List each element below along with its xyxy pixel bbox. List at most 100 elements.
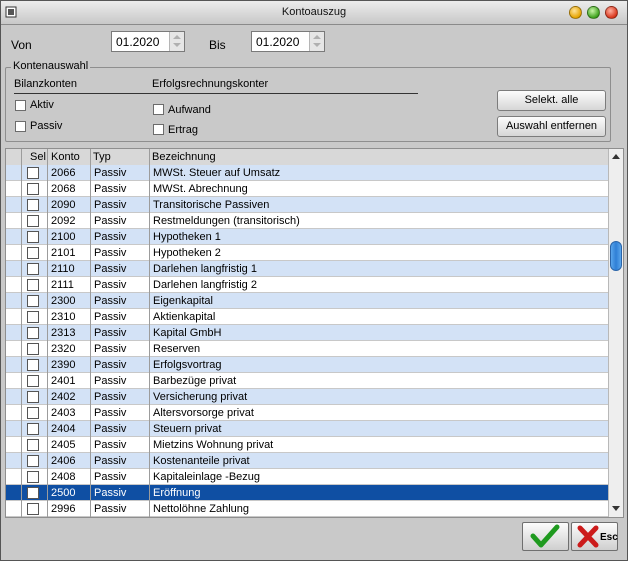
- aufwand-checkbox[interactable]: [153, 104, 164, 115]
- table-row[interactable]: 2403 Passiv Altersvorsorge privat: [6, 405, 608, 421]
- konto-cell: 2066: [51, 167, 76, 179]
- passiv-checkbox[interactable]: [15, 121, 26, 132]
- close-button[interactable]: [605, 6, 618, 19]
- typ-cell: Passiv: [94, 487, 127, 499]
- row-select-checkbox[interactable]: [27, 343, 39, 355]
- row-select-checkbox[interactable]: [27, 375, 39, 387]
- to-date-field[interactable]: 01.2020: [251, 31, 325, 52]
- group-divider: [14, 93, 418, 94]
- row-select-checkbox[interactable]: [27, 471, 39, 483]
- minimize-button[interactable]: [569, 6, 582, 19]
- typ-cell: Passiv: [94, 279, 127, 291]
- bezeichnung-cell: MWSt. Steuer auf Umsatz: [153, 167, 281, 179]
- maximize-button[interactable]: [587, 6, 600, 19]
- table-row[interactable]: 2320 Passiv Reserven: [6, 341, 608, 357]
- scroll-down-icon[interactable]: [612, 506, 620, 511]
- row-select-checkbox[interactable]: [27, 215, 39, 227]
- row-select-checkbox[interactable]: [27, 487, 39, 499]
- esc-button[interactable]: Esc: [571, 522, 618, 551]
- table-row[interactable]: 2300 Passiv Eigenkapital: [6, 293, 608, 309]
- row-select-checkbox[interactable]: [27, 407, 39, 419]
- bezeichnung-cell: Kapitaleinlage -Bezug: [153, 471, 261, 483]
- aktiv-checkbox[interactable]: [15, 100, 26, 111]
- row-select-checkbox[interactable]: [27, 199, 39, 211]
- table-row[interactable]: 2405 Passiv Mietzins Wohnung privat: [6, 437, 608, 453]
- window-title: Kontoauszug: [281, 6, 347, 18]
- select-all-button[interactable]: Selekt. alle: [497, 90, 606, 111]
- row-select-checkbox[interactable]: [27, 503, 39, 515]
- bezeichnung-cell: Eröffnung: [153, 487, 201, 499]
- row-select-checkbox[interactable]: [27, 263, 39, 275]
- table-row[interactable]: 2090 Passiv Transitorische Passiven: [6, 197, 608, 213]
- bezeichnung-cell: Nettolöhne Zahlung: [153, 503, 250, 515]
- row-select-checkbox[interactable]: [27, 183, 39, 195]
- table-row[interactable]: 2068 Passiv MWSt. Abrechnung: [6, 181, 608, 197]
- header-bezeichnung[interactable]: Bezeichnung: [152, 151, 216, 163]
- row-select-checkbox[interactable]: [27, 279, 39, 291]
- table-row[interactable]: 2404 Passiv Steuern privat: [6, 421, 608, 437]
- to-date-spinner[interactable]: [309, 32, 324, 51]
- row-select-checkbox[interactable]: [27, 231, 39, 243]
- header-sel[interactable]: Sel: [30, 151, 46, 163]
- table-row[interactable]: 2500 Passiv Eröffnung: [6, 485, 608, 501]
- remove-selection-button[interactable]: Auswahl entfernen: [497, 116, 606, 137]
- table-row[interactable]: 2310 Passiv Aktienkapital: [6, 309, 608, 325]
- table-row[interactable]: 2402 Passiv Versicherung privat: [6, 389, 608, 405]
- header-typ[interactable]: Typ: [93, 151, 111, 163]
- row-select-checkbox[interactable]: [27, 327, 39, 339]
- table-row[interactable]: 2408 Passiv Kapitaleinlage -Bezug: [6, 469, 608, 485]
- konto-cell: 2300: [51, 295, 76, 307]
- table-row[interactable]: 2406 Passiv Kostenanteile privat: [6, 453, 608, 469]
- typ-cell: Passiv: [94, 455, 127, 467]
- typ-cell: Passiv: [94, 439, 127, 451]
- konto-cell: 2401: [51, 375, 76, 387]
- table-row[interactable]: 2390 Passiv Erfolgsvortrag: [6, 357, 608, 373]
- bezeichnung-cell: Darlehen langfristig 1: [153, 263, 257, 275]
- row-select-checkbox[interactable]: [27, 391, 39, 403]
- bezeichnung-cell: Steuern privat: [153, 423, 222, 435]
- accounts-table[interactable]: Sel Konto Typ Bezeichnung 2066 Passiv MWSt…: [5, 148, 624, 518]
- ertrag-checkbox[interactable]: [153, 124, 164, 135]
- bezeichnung-cell: Hypotheken 1: [153, 231, 221, 243]
- vertical-scrollbar[interactable]: [608, 149, 623, 517]
- konto-cell: 2090: [51, 199, 76, 211]
- row-select-checkbox[interactable]: [27, 311, 39, 323]
- bezeichnung-cell: Transitorische Passiven: [153, 199, 270, 211]
- table-row[interactable]: 2101 Passiv Hypotheken 2: [6, 245, 608, 261]
- column-divider: [47, 149, 48, 517]
- from-date-field[interactable]: 01.2020: [111, 31, 185, 52]
- to-label: Bis: [209, 38, 226, 52]
- from-date-spinner[interactable]: [169, 32, 184, 51]
- table-row[interactable]: 2996 Passiv Nettolöhne Zahlung: [6, 501, 608, 517]
- bezeichnung-cell: Aktienkapital: [153, 311, 216, 323]
- table-row[interactable]: 2100 Passiv Hypotheken 1: [6, 229, 608, 245]
- row-select-checkbox[interactable]: [27, 439, 39, 451]
- header-konto[interactable]: Konto: [51, 151, 80, 163]
- konto-cell: 2313: [51, 327, 76, 339]
- title-bar[interactable]: Kontoauszug: [1, 1, 627, 25]
- row-select-checkbox[interactable]: [27, 455, 39, 467]
- row-select-checkbox[interactable]: [27, 167, 39, 179]
- scroll-up-icon[interactable]: [612, 154, 620, 159]
- from-date-value: 01.2020: [116, 35, 160, 49]
- ok-button[interactable]: [522, 522, 569, 551]
- table-row[interactable]: 2401 Passiv Barbezüge privat: [6, 373, 608, 389]
- table-row[interactable]: 2111 Passiv Darlehen langfristig 2: [6, 277, 608, 293]
- konto-cell: 2406: [51, 455, 76, 467]
- typ-cell: Passiv: [94, 471, 127, 483]
- table-header: Sel Konto Typ Bezeichnung: [6, 149, 608, 166]
- row-select-checkbox[interactable]: [27, 359, 39, 371]
- table-row[interactable]: 2110 Passiv Darlehen langfristig 1: [6, 261, 608, 277]
- row-select-checkbox[interactable]: [27, 295, 39, 307]
- bezeichnung-cell: Kostenanteile privat: [153, 455, 250, 467]
- row-select-checkbox[interactable]: [27, 247, 39, 259]
- typ-cell: Passiv: [94, 295, 127, 307]
- column-divider: [90, 149, 91, 517]
- scroll-thumb[interactable]: [610, 241, 622, 271]
- table-row[interactable]: 2313 Passiv Kapital GmbH: [6, 325, 608, 341]
- row-select-checkbox[interactable]: [27, 423, 39, 435]
- table-row[interactable]: 2092 Passiv Restmeldungen (transitorisch): [6, 213, 608, 229]
- konto-cell: 2390: [51, 359, 76, 371]
- table-row[interactable]: 2066 Passiv MWSt. Steuer auf Umsatz: [6, 165, 608, 181]
- konto-cell: 2092: [51, 215, 76, 227]
